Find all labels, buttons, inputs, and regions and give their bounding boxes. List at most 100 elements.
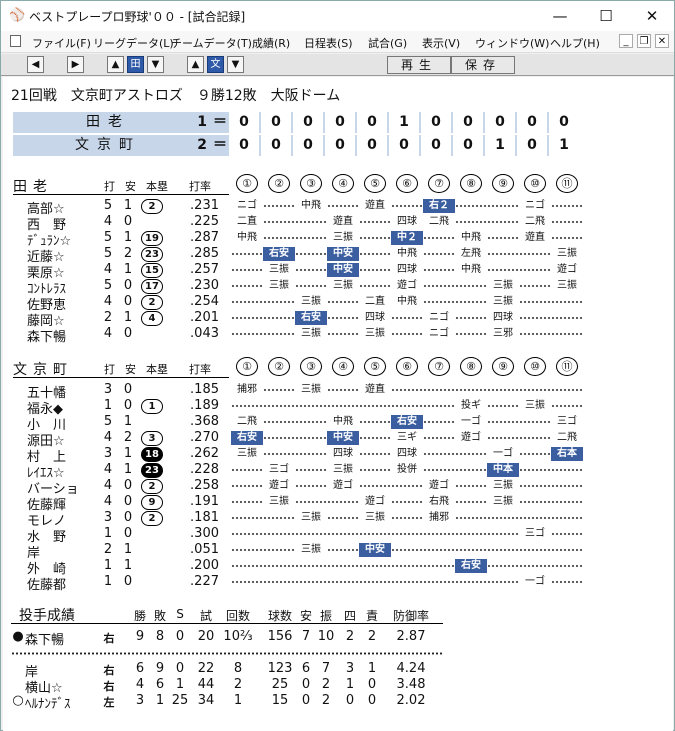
batter-row[interactable]: 藤岡☆ 2 1 4.201 右安 四球 ニゴ 四球 (3, 310, 673, 329)
at-bat-result (423, 231, 455, 245)
team2-button[interactable]: 文 (207, 56, 224, 73)
batter-row[interactable]: 近藤☆ 5 2 23.285 右安 中安 中飛 左飛 三振 (3, 246, 673, 265)
scoreboard-inning: 1 (389, 112, 419, 133)
at-bat-result (455, 327, 487, 341)
mdi-close-icon[interactable]: ✕ (655, 34, 669, 48)
batter-row[interactable]: 小 川 5 1.368 二飛 中飛 右安 一ゴ 三ゴ (3, 414, 673, 433)
minimize-button[interactable]: — (537, 1, 583, 31)
next-game-arrow-icon[interactable]: ▶ (67, 56, 84, 73)
team2-down-arrow-icon[interactable]: ▼ (227, 56, 244, 73)
batter-row[interactable]: 外 崎 1 1.200 右安 (3, 558, 673, 577)
inning-header: ④ (332, 357, 354, 376)
at-bat-result: 三振 (493, 480, 513, 491)
at-bat-result (263, 311, 295, 325)
menu-file[interactable]: ファイル(F) (32, 35, 91, 51)
save-button[interactable]: 保存 (451, 56, 515, 74)
at-bat-result: 遊ゴ (429, 480, 449, 491)
batter-row[interactable]: 水 野 1 0.300 三ゴ (3, 526, 673, 545)
close-button[interactable]: ✕ (629, 1, 675, 31)
pitcher-row[interactable]: ● 森下暢 右 9 8 0 20 10⅔ 156 7 10 2 2 2.87 (3, 629, 673, 648)
batter-row[interactable]: 村 上 3 1 18.262 三振 四球 四球 一ゴ 右本 (3, 446, 673, 465)
pitcher-g: 22 (197, 661, 215, 676)
batter-ab: 2 (103, 310, 113, 325)
mdi-minimize-icon[interactable]: _ (619, 34, 633, 48)
at-bat-result (359, 463, 391, 477)
batter-hits: 1 (123, 198, 133, 213)
pitcher-w: 3 (135, 693, 145, 708)
at-bat-result (455, 511, 487, 525)
play-button[interactable]: 再生 (387, 56, 451, 74)
team1-button[interactable]: 田 (127, 56, 144, 73)
pitcher-row[interactable]: 横山☆ 右 4 6 1 44 2 25 0 2 1 0 3.48 (3, 677, 673, 696)
batter-row[interactable]: ﾚｲｴｽ☆ 4 1 23.228 三ゴ 三振 投併 中本 (3, 462, 673, 481)
pitcher-hand: 右 (103, 632, 115, 645)
batter-row[interactable]: 福永◆ 1 0 1.189 投ギ 三振 (3, 398, 673, 417)
batter-avg: .258 (190, 478, 219, 493)
pitcher-row[interactable]: ○ ﾍﾙﾅﾝﾃﾞｽ左 3 1 25 34 1 15 0 2 0 0 2.02 (3, 693, 673, 712)
pitching-title: 投手成績 (19, 608, 75, 624)
batter-row[interactable]: 源田☆ 4 2 3.270 右安 中安 三ギ 遊ゴ 二飛 (3, 430, 673, 449)
batter-ab: 5 (103, 198, 113, 213)
title-bar[interactable]: ⚾ ベストプレープロ野球'００ - [試合記録] — ☐ ✕ (1, 1, 674, 31)
team1-up-arrow-icon[interactable]: ▲ (107, 56, 124, 73)
inning-header: ⑦ (428, 174, 450, 193)
batter-row[interactable]: ｺﾝﾄﾚﾗｽ 5 0 17.230 三振 三振 遊ゴ 三振 三振 (3, 278, 673, 297)
col-hr: 本塁 (146, 363, 168, 376)
pitcher-h: 0 (301, 693, 311, 708)
menu-schedule[interactable]: 日程表(S) (304, 35, 353, 51)
at-bat-result (295, 399, 327, 413)
batter-row[interactable]: バーショ 4 0 2.258 遊ゴ 遊ゴ 遊ゴ 三振 (3, 478, 673, 497)
menu-help[interactable]: ヘルプ(H) (550, 35, 600, 51)
batter-row[interactable]: 五十幡 3 0.185 捕邪 三振 遊直 (3, 382, 673, 401)
batter-row[interactable]: 森下暢 4 0 .043 三振 三振 ニゴ 三邪 (3, 326, 673, 345)
menu-view[interactable]: 表示(V) (422, 35, 460, 51)
at-bat-result (295, 559, 327, 573)
maximize-button[interactable]: ☐ (583, 1, 629, 31)
prev-game-arrow-icon[interactable]: ◀ (27, 56, 44, 73)
scoreboard-inning: 0 (357, 135, 387, 156)
menu-team-data[interactable]: チームデータ(T) (171, 35, 252, 51)
inning-header: ⑤ (364, 357, 386, 376)
at-bat-result (359, 399, 391, 413)
batter-hits: 0 (123, 326, 133, 341)
at-bat-result (551, 199, 583, 213)
batter-row[interactable]: 佐野恵 4 0 2.254 三振 二直 中飛 三振 (3, 294, 673, 313)
at-bat-result: 中飛 (301, 200, 321, 211)
menu-window[interactable]: ウィンドウ(W) (475, 35, 549, 51)
batter-ab: 4 (103, 262, 113, 277)
team1-down-arrow-icon[interactable]: ▼ (147, 56, 164, 73)
scoreboard-equals: ＝ (213, 137, 227, 153)
at-bat-result (359, 559, 391, 573)
at-bat-result: 遊ゴ (269, 480, 289, 491)
menu-league-data[interactable]: リーグデータ(L) (93, 35, 174, 51)
batter-hits: 1 (123, 446, 133, 461)
at-bat-result: ニゴ (525, 200, 545, 211)
menu-stats[interactable]: 成績(R) (252, 35, 290, 51)
batter-row[interactable]: ﾃﾞｭﾗﾝ☆ 5 1 19.287 中飛 三振 中２ 中飛 遊直 (3, 230, 673, 249)
batter-row[interactable]: 岸 2 1.051 三振 中安 (3, 542, 673, 561)
document-icon[interactable] (10, 35, 21, 47)
scoreboard-equals: ＝ (213, 114, 227, 130)
pitcher-name: 森下暢 (25, 633, 65, 648)
at-bat-result: 三ゴ (557, 416, 577, 427)
batter-row[interactable]: 栗原☆ 4 1 15.257 三振 中安 四球 中飛 遊ゴ (3, 262, 673, 281)
team2-up-arrow-icon[interactable]: ▲ (187, 56, 204, 73)
at-bat-result (423, 279, 455, 293)
batter-row[interactable]: モレノ 3 0 2.181 三振 三振 捕邪 (3, 510, 673, 529)
menu-game[interactable]: 試合(G) (368, 35, 407, 51)
batter-row[interactable]: 西 野 4 0.225 二直 遊直 四球 二飛 二飛 (3, 214, 673, 233)
batter-avg: .043 (190, 326, 219, 341)
batter-hr-badge: 23 (141, 247, 163, 262)
batter-row[interactable]: 佐藤都 1 0 .227 一ゴ (3, 574, 673, 593)
pitcher-w: 4 (135, 677, 145, 692)
at-bat-result: 三振 (365, 512, 385, 523)
pitching-col-header: 回数 (225, 609, 250, 623)
at-bat-result (551, 511, 583, 525)
batter-hr-badge: 23 (141, 463, 163, 478)
at-bat-result: 二飛 (237, 416, 257, 427)
batter-row[interactable]: 佐藤輝 4 0 9.191 三振 遊ゴ 右飛 三振 (3, 494, 673, 513)
batter-avg: .201 (190, 310, 219, 325)
batter-row[interactable]: 高部☆ 5 1 2.231 ニゴ 中飛 遊直 右２ ニゴ (3, 198, 673, 217)
mdi-restore-icon[interactable]: ❐ (637, 34, 651, 48)
pitcher-row[interactable]: 岸右 6 9 0 22 8 123 6 7 3 1 4.24 (3, 661, 673, 680)
